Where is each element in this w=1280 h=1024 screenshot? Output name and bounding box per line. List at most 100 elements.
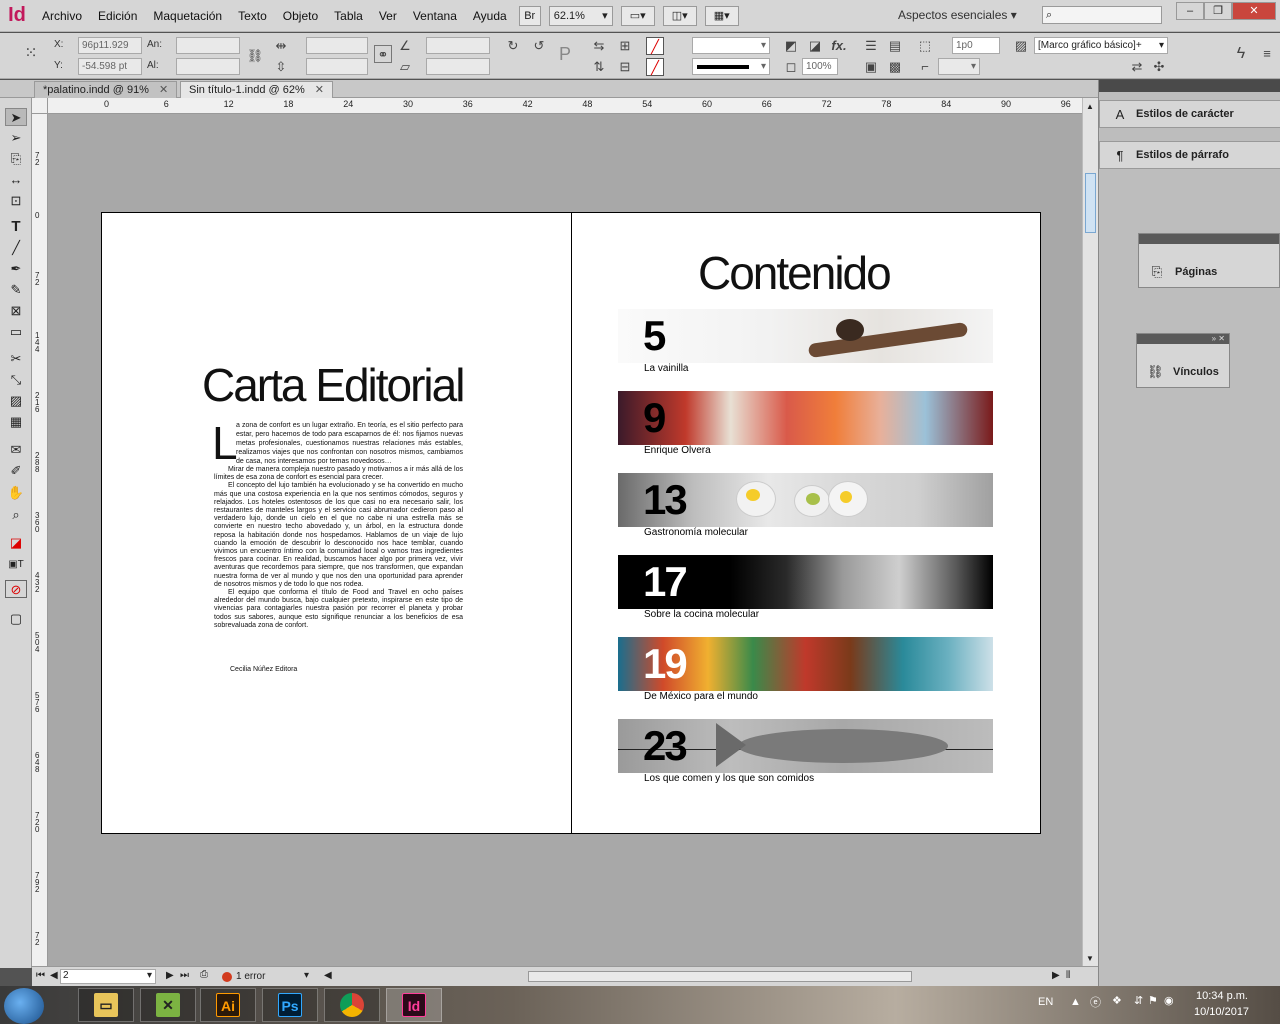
taskbar-indesign[interactable]: Id <box>386 988 442 1022</box>
constrain-proportions-icon[interactable]: ⛓ <box>246 47 264 65</box>
drop-shadow-icon[interactable]: ◩ <box>782 37 800 55</box>
taskbar-explorer[interactable]: ▭ <box>78 988 134 1022</box>
height-field[interactable] <box>176 58 240 75</box>
toc-page-number[interactable]: 17 <box>643 558 688 606</box>
next-page-icon[interactable]: ▶ <box>166 970 174 981</box>
prev-page-icon[interactable]: ◀ <box>50 970 58 981</box>
direct-selection-icon[interactable]: ➢ <box>5 129 27 147</box>
split-view-icon[interactable]: ⫴ <box>1066 970 1070 981</box>
links-panel[interactable]: » ✕ ⛓ Vínculos <box>1136 333 1230 388</box>
horizontal-scroll-thumb[interactable] <box>528 971 912 982</box>
page-title-carta-editorial[interactable]: Carta Editorial <box>202 358 465 412</box>
opacity-field[interactable]: 100% <box>802 58 838 75</box>
toc-image-vanilla[interactable] <box>618 309 993 363</box>
view-options-button[interactable]: ▭▾ <box>620 5 655 26</box>
taskbar-illustrator[interactable]: Ai <box>200 988 256 1022</box>
toc-entry-label[interactable]: Sobre la cocina molecular <box>644 609 759 620</box>
toc-page-number[interactable]: 19 <box>643 640 688 688</box>
network-icon[interactable]: ⇵ <box>1134 994 1143 1007</box>
menu-ventana[interactable]: Ventana <box>405 0 465 32</box>
tab-palatino[interactable]: *palatino.indd @ 91% ✕ <box>34 81 178 98</box>
edge-icon[interactable]: ⓔ <box>1090 994 1101 1010</box>
pen-icon[interactable]: ✒ <box>5 260 27 278</box>
menu-edicion[interactable]: Edición <box>90 0 145 32</box>
lightning-icon[interactable]: ϟ <box>1232 45 1250 63</box>
close-icon[interactable]: ✕ <box>159 84 168 96</box>
menu-objeto[interactable]: Objeto <box>275 0 326 32</box>
stroke-type-select[interactable]: ▾ <box>692 58 770 75</box>
minimize-button[interactable]: – <box>1176 2 1204 20</box>
menu-texto[interactable]: Texto <box>230 0 275 32</box>
rotate-cw-icon[interactable]: ↻ <box>504 37 522 55</box>
object-style-select[interactable]: [Marco gráfico básico]+ ▾ <box>1034 37 1168 54</box>
help-search-input[interactable]: ⌕ <box>1042 6 1162 24</box>
y-position-field[interactable]: -54.598 pt <box>78 58 142 75</box>
taskbar-tools[interactable]: ✕ <box>140 988 196 1022</box>
pencil-icon[interactable]: ✎ <box>5 281 27 299</box>
dock-header[interactable] <box>1099 80 1280 92</box>
zoom-level-select[interactable]: 62.1% ▾ <box>548 5 613 26</box>
rectangle-frame-icon[interactable]: ⊠ <box>5 302 27 320</box>
toc-entry-label[interactable]: Gastronomía molecular <box>644 527 748 538</box>
pages-panel[interactable]: ⎘ Páginas <box>1138 233 1280 288</box>
clock-time[interactable]: 10:34 p.m. <box>1196 990 1248 1002</box>
drop-cap[interactable]: L <box>212 420 238 466</box>
zoom-icon[interactable]: ⌕ <box>5 506 27 524</box>
toc-page-number[interactable]: 5 <box>643 312 666 360</box>
screen-mode-icon[interactable]: ▢ <box>5 610 27 628</box>
arrange-documents-button[interactable]: ▦▾ <box>704 5 739 26</box>
chevron-down-icon[interactable]: ▾ <box>304 970 309 981</box>
close-window-button[interactable]: ✕ <box>1232 2 1276 20</box>
clock-date[interactable]: 10/10/2017 <box>1194 1006 1249 1018</box>
menu-archivo[interactable]: Archivo <box>34 0 90 32</box>
x-position-field[interactable]: 96p11.929 <box>78 37 142 54</box>
vertical-scrollbar[interactable]: ▲ ▼ <box>1082 98 1098 968</box>
stroke-none-swatch-icon[interactable]: ╱ <box>646 58 664 76</box>
close-icon[interactable]: ✕ <box>315 84 324 96</box>
taskbar-chrome[interactable] <box>324 988 380 1022</box>
ruler-origin[interactable] <box>32 98 48 114</box>
flip-horizontal-icon[interactable]: ⇆ <box>590 37 608 55</box>
bridge-button[interactable]: Br <box>518 5 541 26</box>
hand-icon[interactable]: ✋ <box>5 484 27 502</box>
style-options-icon[interactable]: ✣ <box>1150 58 1168 76</box>
scale-y-field[interactable] <box>306 58 368 75</box>
editorial-body-text[interactable]: Mirar de manera compleja nuestro pasado … <box>214 466 463 630</box>
toc-entry-label[interactable]: Enrique Olvera <box>644 445 711 456</box>
menu-maquetacion[interactable]: Maquetación <box>145 0 230 32</box>
chevron-up-icon[interactable]: ▲ <box>1070 996 1081 1008</box>
note-tool-icon[interactable]: ✉ <box>5 441 27 459</box>
line-tool-icon[interactable]: ╱ <box>5 239 27 257</box>
select-content-icon[interactable]: ⊟ <box>616 58 634 76</box>
first-page-icon[interactable]: ⏮ <box>36 970 45 981</box>
apply-none-icon[interactable]: ⊘ <box>5 580 27 598</box>
fill-stroke-icon[interactable]: ◪ <box>5 534 27 552</box>
panel-menu-icon[interactable]: ≡ <box>1258 45 1276 63</box>
chrome-tray-icon[interactable]: ◉ <box>1164 994 1174 1007</box>
rotation-field[interactable] <box>426 37 490 54</box>
fx-icon[interactable]: fx. <box>830 37 848 55</box>
effects-icon[interactable]: ◪ <box>806 37 824 55</box>
editorial-first-paragraph[interactable]: a zona de confort es un lugar extraño. E… <box>236 421 463 466</box>
rotate-ccw-icon[interactable]: ↺ <box>530 37 548 55</box>
panel-pages[interactable]: ⎘ Páginas <box>1139 258 1279 286</box>
content-collector-icon[interactable]: ⊡ <box>5 192 27 210</box>
editor-signature[interactable]: Cecilia Núñez Editora <box>230 666 297 673</box>
preflight-errors[interactable]: 1 error <box>236 971 265 982</box>
shear-field[interactable] <box>426 58 490 75</box>
page-number-field[interactable]: 2 ▾ <box>60 969 156 984</box>
scale-x-field[interactable] <box>306 37 368 54</box>
flag-icon[interactable]: ⚑ <box>1148 994 1158 1007</box>
last-page-icon[interactable]: ⏭ <box>180 970 189 981</box>
link-scale-icon[interactable]: ⚭ <box>374 45 392 63</box>
toc-entry-label[interactable]: Los que comen y los que son comidos <box>644 773 814 784</box>
language-indicator[interactable]: EN <box>1038 996 1053 1008</box>
reference-point-icon[interactable]: ⁙ <box>22 45 40 63</box>
width-field[interactable] <box>176 37 240 54</box>
restore-button[interactable]: ❐ <box>1204 2 1232 20</box>
scissors-icon[interactable]: ✂ <box>5 350 27 368</box>
frame-fit-icon[interactable]: ▣ <box>862 58 880 76</box>
open-page-icon[interactable]: ⎙ <box>200 969 208 980</box>
scroll-right-icon[interactable]: ▶ <box>1052 970 1060 981</box>
gap-tool-icon[interactable]: ↔ <box>5 171 27 189</box>
